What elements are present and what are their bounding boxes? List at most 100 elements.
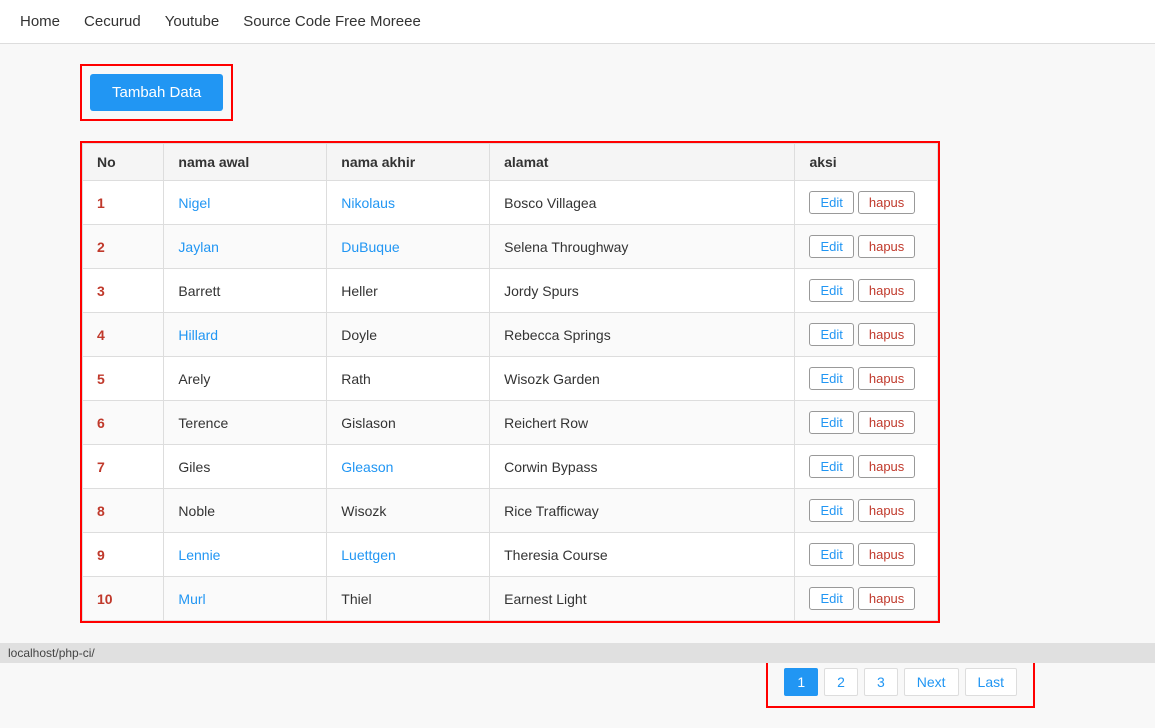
cell-alamat: Reichert Row (490, 401, 795, 445)
cell-nama-akhir: DuBuque (327, 225, 490, 269)
table-row: 8NobleWisozkRice Trafficway Edithapus (83, 489, 938, 533)
cell-aksi: Edithapus (795, 269, 938, 313)
hapus-button[interactable]: hapus (858, 455, 915, 478)
table-row: 2JaylanDuBuqueSelena ThroughwayEdithapus (83, 225, 938, 269)
edit-button[interactable]: Edit (809, 191, 853, 214)
pagination-box: 1 2 3 Next Last (766, 656, 1035, 708)
nav-cecurud[interactable]: Cecurud (84, 9, 141, 34)
cell-nama-awal: Terence (164, 401, 327, 445)
cell-nama-awal: Noble (164, 489, 327, 533)
edit-button[interactable]: Edit (809, 323, 853, 346)
status-bar: localhost/php-ci/ (0, 643, 1155, 663)
cell-alamat: Rice Trafficway (490, 489, 795, 533)
cell-nama-awal: Nigel (164, 181, 327, 225)
cell-nama-akhir: Gislason (327, 401, 490, 445)
cell-nama-awal: Giles (164, 445, 327, 489)
hapus-button[interactable]: hapus (858, 235, 915, 258)
cell-aksi: Edithapus (795, 445, 938, 489)
col-header-aksi: aksi (795, 144, 938, 181)
hapus-button[interactable]: hapus (858, 191, 915, 214)
page-2-button[interactable]: 2 (824, 668, 858, 696)
hapus-button[interactable]: hapus (858, 323, 915, 346)
hapus-button[interactable]: hapus (858, 587, 915, 610)
cell-alamat: Selena Throughway (490, 225, 795, 269)
cell-alamat: Theresia Course (490, 533, 795, 577)
cell-aksi: Edithapus (795, 533, 938, 577)
nav-youtube[interactable]: Youtube (165, 9, 220, 34)
edit-button[interactable]: Edit (809, 279, 853, 302)
cell-aksi: Edithapus (795, 401, 938, 445)
cell-aksi: Edithapus (795, 313, 938, 357)
cell-nama-awal: Jaylan (164, 225, 327, 269)
next-button[interactable]: Next (904, 668, 959, 696)
main-content: Tambah Data No nama awal nama akhir alam… (0, 44, 1155, 728)
cell-no: 10 (83, 577, 164, 621)
cell-no: 6 (83, 401, 164, 445)
navbar: Home Cecurud Youtube Source Code Free Mo… (0, 0, 1155, 44)
nav-source-code[interactable]: Source Code Free Moreee (243, 9, 421, 34)
cell-alamat: Earnest Light (490, 577, 795, 621)
hapus-button[interactable]: hapus (858, 499, 915, 522)
cell-no: 3 (83, 269, 164, 313)
edit-button[interactable]: Edit (809, 367, 853, 390)
cell-no: 4 (83, 313, 164, 357)
cell-nama-akhir: Heller (327, 269, 490, 313)
col-header-alamat: alamat (490, 144, 795, 181)
edit-button[interactable]: Edit (809, 455, 853, 478)
hapus-button[interactable]: hapus (858, 411, 915, 434)
page-3-button[interactable]: 3 (864, 668, 898, 696)
table-row: 4HillardDoyleRebecca SpringsEdithapus (83, 313, 938, 357)
cell-nama-akhir: Nikolaus (327, 181, 490, 225)
cell-alamat: Bosco Villagea (490, 181, 795, 225)
table-row: 9LennieLuettgenTheresia CourseEdithapus (83, 533, 938, 577)
cell-no: 5 (83, 357, 164, 401)
hapus-button[interactable]: hapus (858, 367, 915, 390)
col-header-no: No (83, 144, 164, 181)
edit-button[interactable]: Edit (809, 543, 853, 566)
nav-home[interactable]: Home (20, 9, 60, 34)
data-table-wrapper: No nama awal nama akhir alamat aksi 1Nig… (80, 141, 940, 623)
cell-no: 2 (83, 225, 164, 269)
cell-no: 1 (83, 181, 164, 225)
table-row: 5ArelyRathWisozk GardenEdithapus (83, 357, 938, 401)
col-header-nama-awal: nama awal (164, 144, 327, 181)
cell-aksi: Edithapus (795, 225, 938, 269)
edit-button[interactable]: Edit (809, 499, 853, 522)
edit-button[interactable]: Edit (809, 587, 853, 610)
cell-nama-akhir: Rath (327, 357, 490, 401)
cell-alamat: Rebecca Springs (490, 313, 795, 357)
edit-button[interactable]: Edit (809, 411, 853, 434)
cell-aksi: Edithapus (795, 357, 938, 401)
last-button[interactable]: Last (965, 668, 1017, 696)
status-url: localhost/php-ci/ (8, 646, 95, 660)
cell-no: 8 (83, 489, 164, 533)
col-header-nama-akhir: nama akhir (327, 144, 490, 181)
pagination-area: 1 2 3 Next Last (80, 656, 1075, 708)
cell-nama-awal: Lennie (164, 533, 327, 577)
tambah-data-button[interactable]: Tambah Data (90, 74, 223, 111)
hapus-button[interactable]: hapus (858, 279, 915, 302)
cell-no: 7 (83, 445, 164, 489)
table-row: 10MurlThielEarnest LightEdithapus (83, 577, 938, 621)
cell-nama-akhir: Doyle (327, 313, 490, 357)
cell-nama-awal: Arely (164, 357, 327, 401)
table-row: 1NigelNikolausBosco VillageaEdithapus (83, 181, 938, 225)
cell-no: 9 (83, 533, 164, 577)
cell-nama-awal: Barrett (164, 269, 327, 313)
table-row: 3BarrettHellerJordy SpursEdithapus (83, 269, 938, 313)
cell-nama-akhir: Luettgen (327, 533, 490, 577)
cell-alamat: Corwin Bypass (490, 445, 795, 489)
hapus-button[interactable]: hapus (858, 543, 915, 566)
cell-aksi: Edithapus (795, 577, 938, 621)
cell-alamat: Jordy Spurs (490, 269, 795, 313)
table-row: 6TerenceGislasonReichert RowEdithapus (83, 401, 938, 445)
cell-nama-awal: Murl (164, 577, 327, 621)
table-row: 7GilesGleasonCorwin BypassEdithapus (83, 445, 938, 489)
edit-button[interactable]: Edit (809, 235, 853, 258)
cell-nama-awal: Hillard (164, 313, 327, 357)
cell-nama-akhir: Thiel (327, 577, 490, 621)
cell-nama-akhir: Gleason (327, 445, 490, 489)
cell-nama-akhir: Wisozk (327, 489, 490, 533)
page-1-button[interactable]: 1 (784, 668, 818, 696)
cell-aksi: Edithapus (795, 181, 938, 225)
